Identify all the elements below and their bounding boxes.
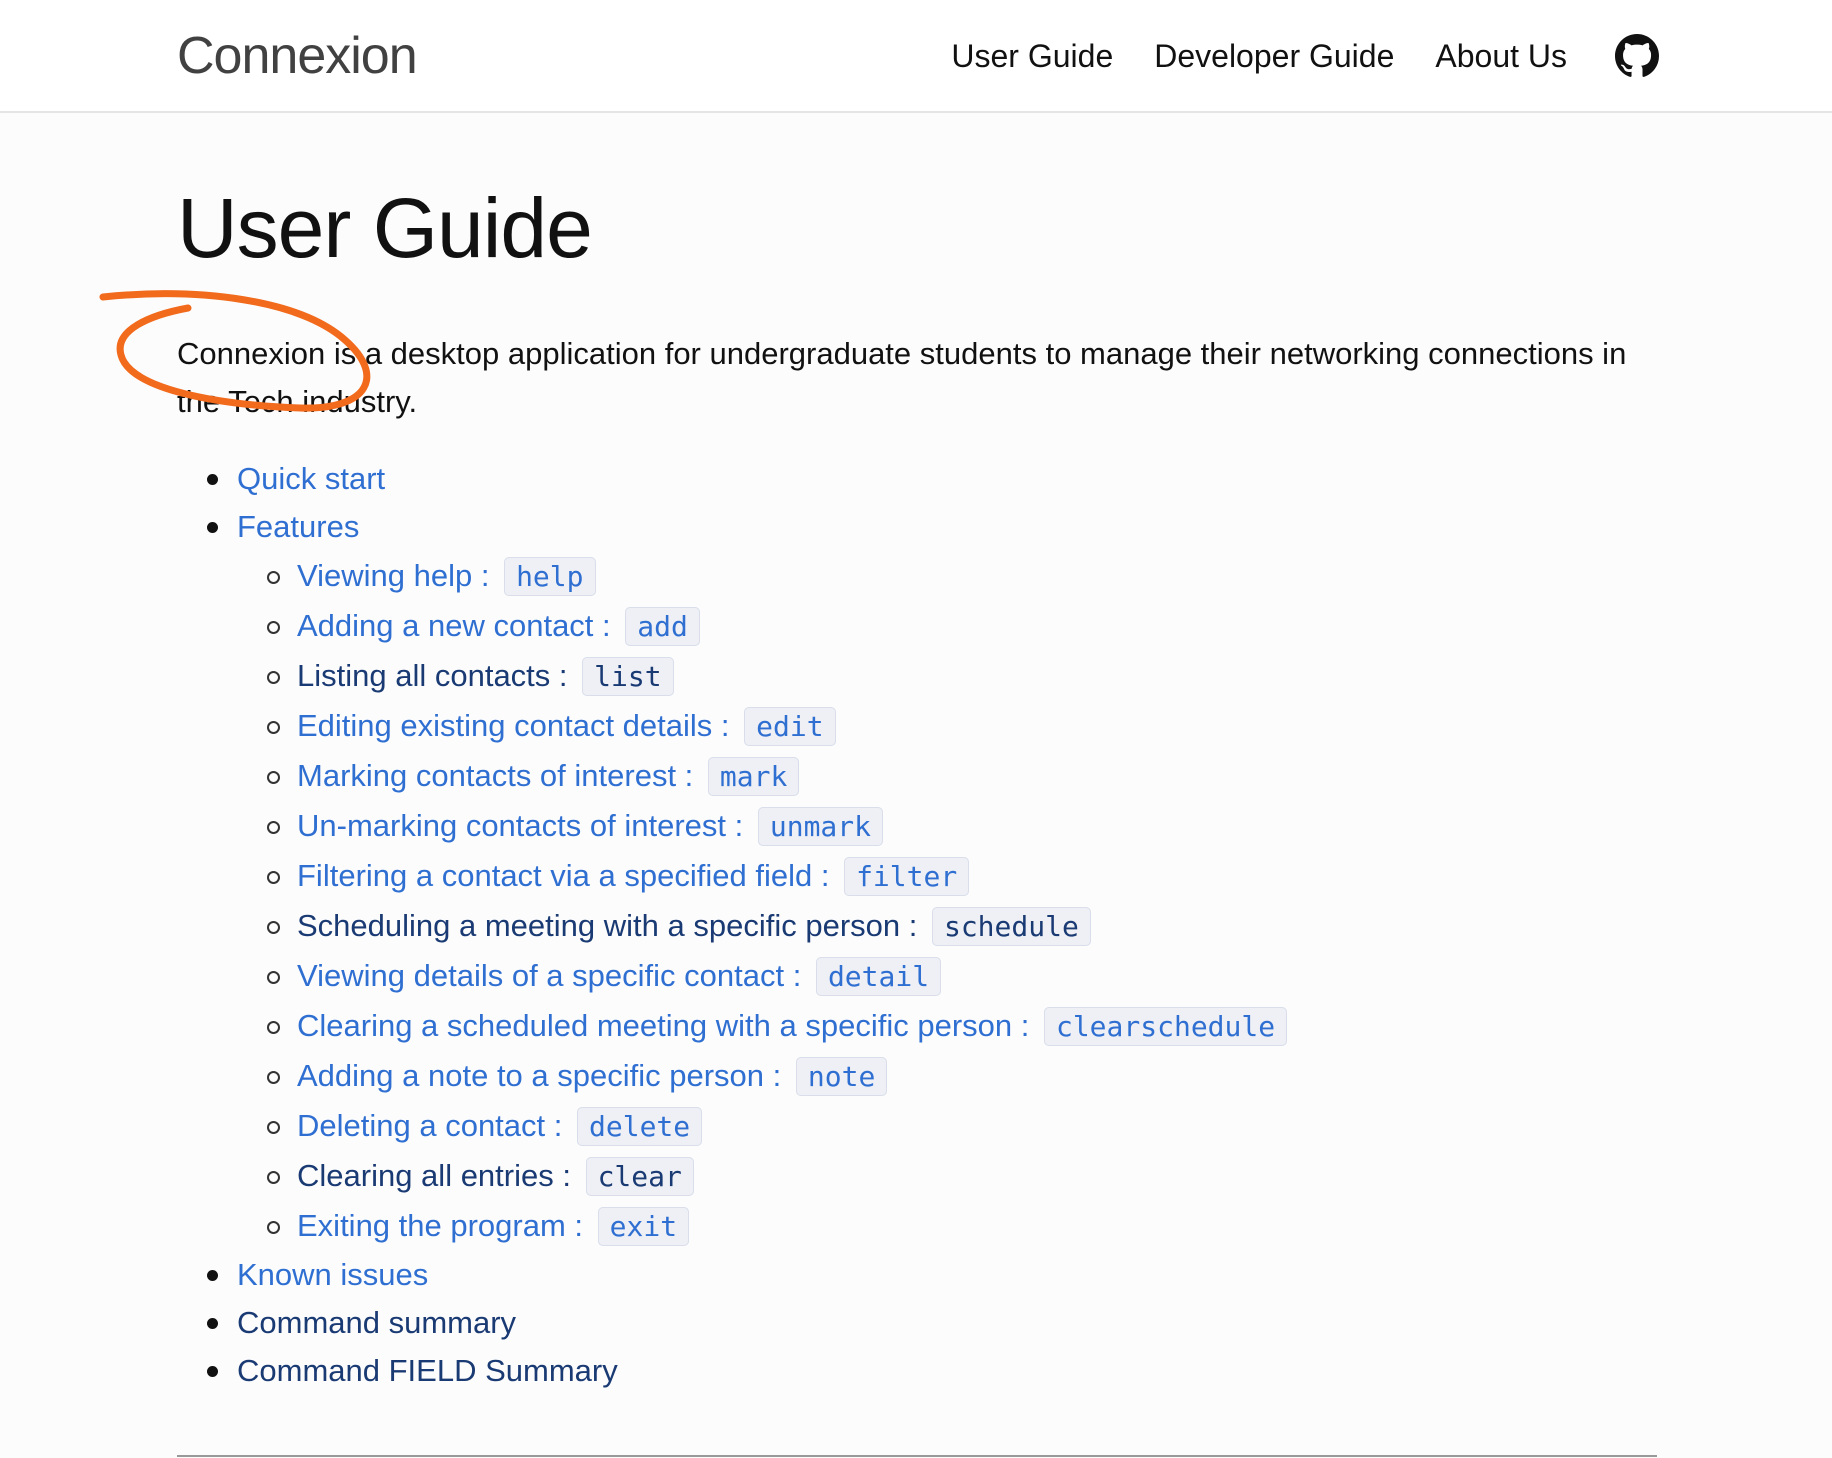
- label-separator: :: [553, 1158, 580, 1193]
- toc-link-known-issues[interactable]: Known issues: [237, 1257, 428, 1292]
- command-code: clear: [585, 1157, 694, 1196]
- command-code: filter: [844, 857, 970, 896]
- site-title[interactable]: Connexion: [177, 26, 418, 86]
- command-code: note: [795, 1057, 888, 1096]
- feature-list-item: Clearing all entries : clear: [237, 1151, 1287, 1201]
- label-separator: :: [764, 1058, 790, 1093]
- feature-link-label: Viewing help: [297, 558, 473, 593]
- feature-list-item: Marking contacts of interest : mark: [237, 751, 1287, 801]
- feature-list-item: Viewing help : help: [237, 551, 1287, 601]
- nav-about-us[interactable]: About Us: [1435, 28, 1567, 84]
- command-code: detail: [815, 957, 942, 996]
- command-code: unmark: [757, 807, 884, 846]
- feature-list-item: Adding a new contact : add: [237, 601, 1287, 651]
- label-separator: :: [900, 908, 926, 943]
- intro-paragraph: Connexion is a desktop application for u…: [177, 336, 1627, 419]
- feature-list-item: Adding a note to a specific person : not…: [237, 1051, 1287, 1101]
- feature-link-note[interactable]: Adding a note to a specific person : not…: [297, 1057, 888, 1096]
- toc-item: Command summary: [177, 1299, 1287, 1347]
- command-code: list: [582, 657, 674, 696]
- label-separator: :: [676, 758, 702, 793]
- feature-link-unmark[interactable]: Un-marking contacts of interest : unmark: [297, 807, 884, 846]
- feature-link-schedule[interactable]: Scheduling a meeting with a specific per…: [297, 907, 1091, 946]
- label-separator: :: [1012, 1008, 1038, 1043]
- feature-link-label: Exiting the program: [297, 1208, 566, 1243]
- feature-link-help[interactable]: Viewing help : help: [297, 557, 596, 596]
- toc-link-features[interactable]: Features: [237, 509, 359, 544]
- top-nav: User Guide Developer Guide About Us: [910, 28, 1659, 84]
- feature-link-label: Listing all contacts: [297, 658, 551, 693]
- feature-link-label: Editing existing contact details: [297, 708, 713, 743]
- feature-link-label: Marking contacts of interest: [297, 758, 677, 793]
- toc-item: Quick start: [177, 455, 1287, 503]
- bottom-divider: [177, 1455, 1657, 1457]
- feature-list-item: Exiting the program : exit: [237, 1201, 1287, 1251]
- command-code: help: [504, 557, 596, 596]
- feature-list-item: Deleting a contact : delete: [237, 1101, 1287, 1151]
- feature-link-label: Viewing details of a specific contact: [297, 958, 785, 993]
- feature-link-detail[interactable]: Viewing details of a specific contact : …: [297, 957, 942, 996]
- label-separator: :: [812, 858, 839, 893]
- command-code: exit: [597, 1207, 690, 1246]
- features-sublist: Viewing help : help Adding a new contact …: [237, 551, 1288, 1251]
- feature-link-label: Clearing all entries: [297, 1158, 554, 1193]
- feature-link-label: Adding a new contact: [297, 608, 594, 643]
- feature-link-add[interactable]: Adding a new contact : add: [297, 607, 700, 646]
- nav-developer-guide[interactable]: Developer Guide: [1154, 28, 1394, 84]
- command-code: schedule: [931, 907, 1091, 946]
- command-code: edit: [744, 707, 836, 746]
- toc-link-command-summary[interactable]: Command summary: [237, 1305, 516, 1340]
- label-separator: :: [784, 958, 810, 993]
- feature-link-mark[interactable]: Marking contacts of interest : mark: [297, 757, 800, 796]
- feature-link-label: Scheduling a meeting with a specific per…: [297, 908, 901, 943]
- table-of-contents: Quick start Features Viewing help : help…: [177, 455, 1288, 1395]
- feature-link-list[interactable]: Listing all contacts : list: [297, 657, 674, 696]
- feature-list-item: Un-marking contacts of interest : unmark: [237, 801, 1287, 851]
- feature-link-clear[interactable]: Clearing all entries : clear: [297, 1157, 694, 1196]
- command-code: clearschedule: [1043, 1007, 1288, 1046]
- label-separator: :: [565, 1208, 592, 1243]
- toc-item: Features Viewing help : help Adding a new…: [177, 503, 1288, 1251]
- command-code: add: [625, 607, 700, 646]
- feature-link-exit[interactable]: Exiting the program : exit: [297, 1207, 690, 1246]
- feature-link-label: Clearing a scheduled meeting with a spec…: [297, 1008, 1013, 1043]
- label-separator: :: [550, 658, 577, 693]
- feature-list-item: Viewing details of a specific contact : …: [237, 951, 1287, 1001]
- command-code: mark: [707, 757, 800, 796]
- toc-item: Known issues: [177, 1251, 1287, 1299]
- toc-link-command-field-summary[interactable]: Command FIELD Summary: [237, 1353, 618, 1388]
- feature-link-label: Deleting a contact: [297, 1108, 546, 1143]
- feature-list-item: Scheduling a meeting with a specific per…: [237, 901, 1287, 951]
- label-separator: :: [472, 558, 499, 593]
- feature-link-label: Adding a note to a specific person: [297, 1058, 765, 1093]
- github-icon[interactable]: [1615, 34, 1659, 78]
- feature-link-edit[interactable]: Editing existing contact details : edit: [297, 707, 836, 746]
- command-code: delete: [577, 1107, 703, 1146]
- label-separator: :: [726, 808, 752, 843]
- feature-link-clearschedule[interactable]: Clearing a scheduled meeting with a spec…: [297, 1007, 1288, 1046]
- page-title: User Guide: [177, 181, 593, 275]
- feature-list-item: Clearing a scheduled meeting with a spec…: [237, 1001, 1288, 1051]
- toc-link-quick-start[interactable]: Quick start: [237, 461, 385, 496]
- feature-list-item: Filtering a contact via a specified fiel…: [237, 851, 1287, 901]
- nav-user-guide[interactable]: User Guide: [951, 28, 1113, 84]
- feature-link-delete[interactable]: Deleting a contact : delete: [297, 1107, 703, 1146]
- feature-list-item: Editing existing contact details : edit: [237, 701, 1287, 751]
- label-separator: :: [712, 708, 739, 743]
- feature-link-label: Un-marking contacts of interest: [297, 808, 727, 843]
- feature-link-label: Filtering a contact via a specified fiel…: [297, 858, 813, 893]
- toc-item: Command FIELD Summary: [177, 1347, 1287, 1395]
- feature-link-filter[interactable]: Filtering a contact via a specified fiel…: [297, 857, 970, 896]
- label-separator: :: [545, 1108, 571, 1143]
- label-separator: :: [593, 608, 620, 643]
- site-header: Connexion User Guide Developer Guide Abo…: [0, 0, 1832, 113]
- feature-list-item: Listing all contacts : list: [237, 651, 1287, 701]
